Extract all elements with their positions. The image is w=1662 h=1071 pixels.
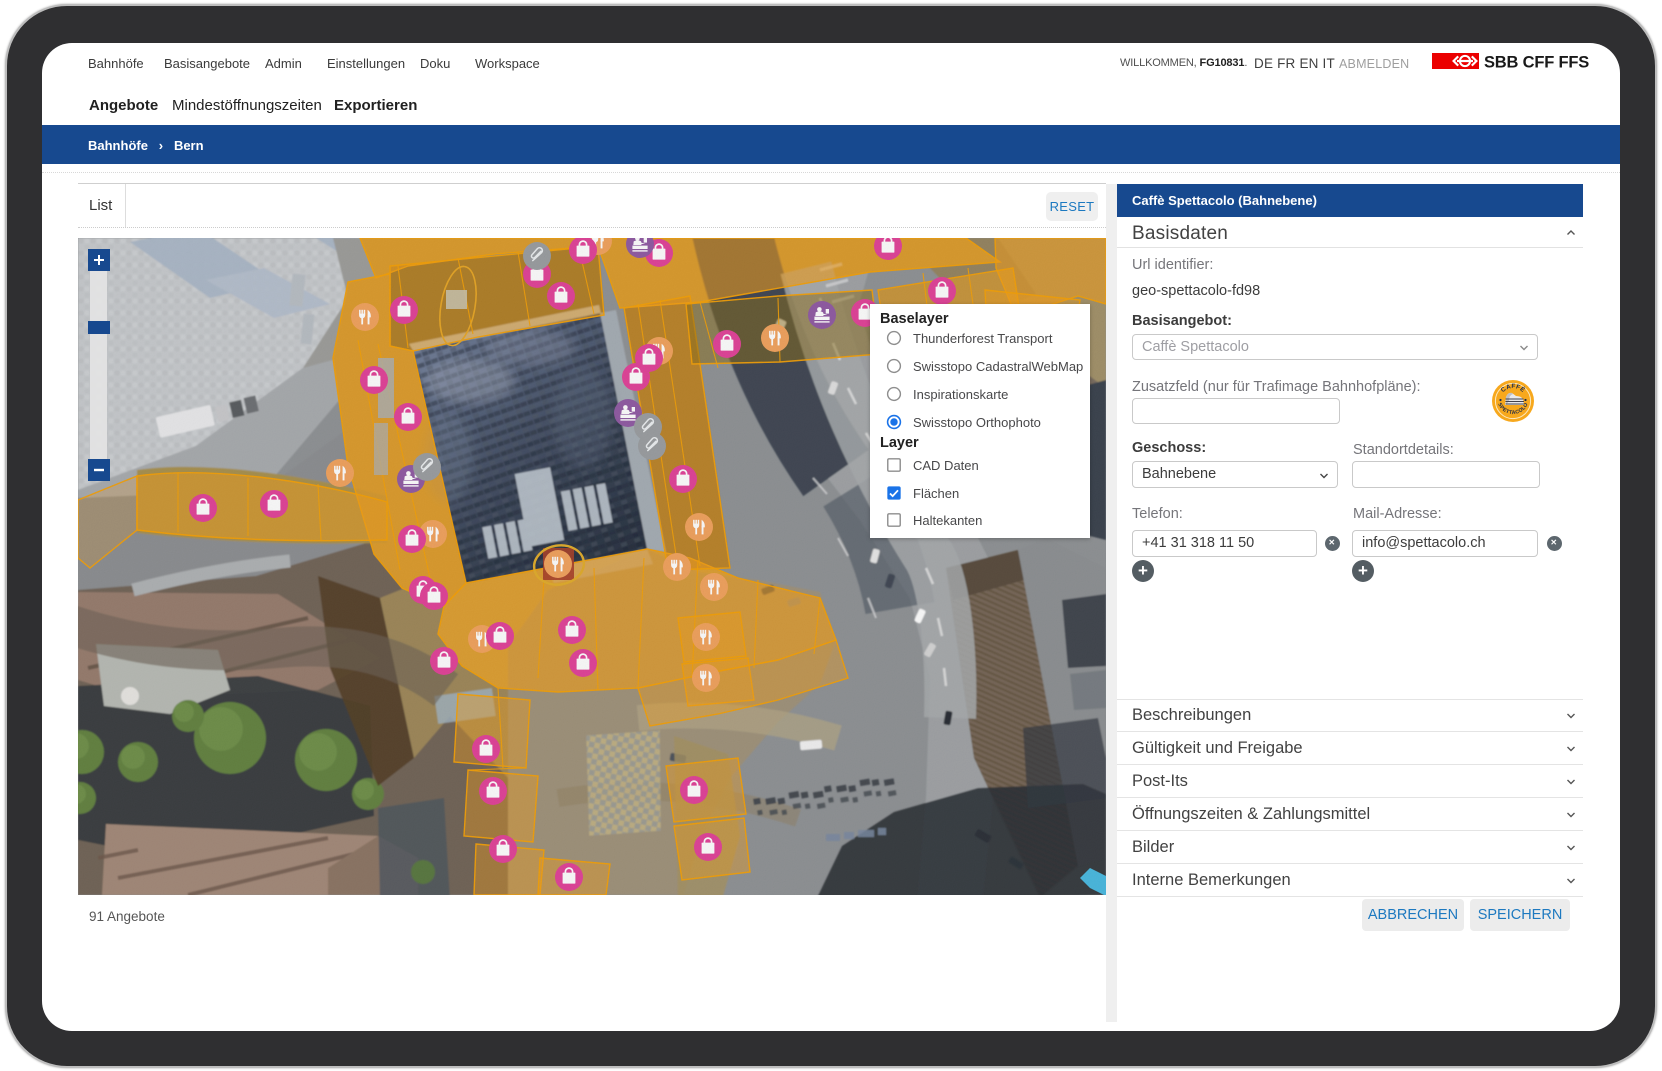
svg-text:SBB CFF FFS: SBB CFF FFS xyxy=(1484,54,1589,72)
